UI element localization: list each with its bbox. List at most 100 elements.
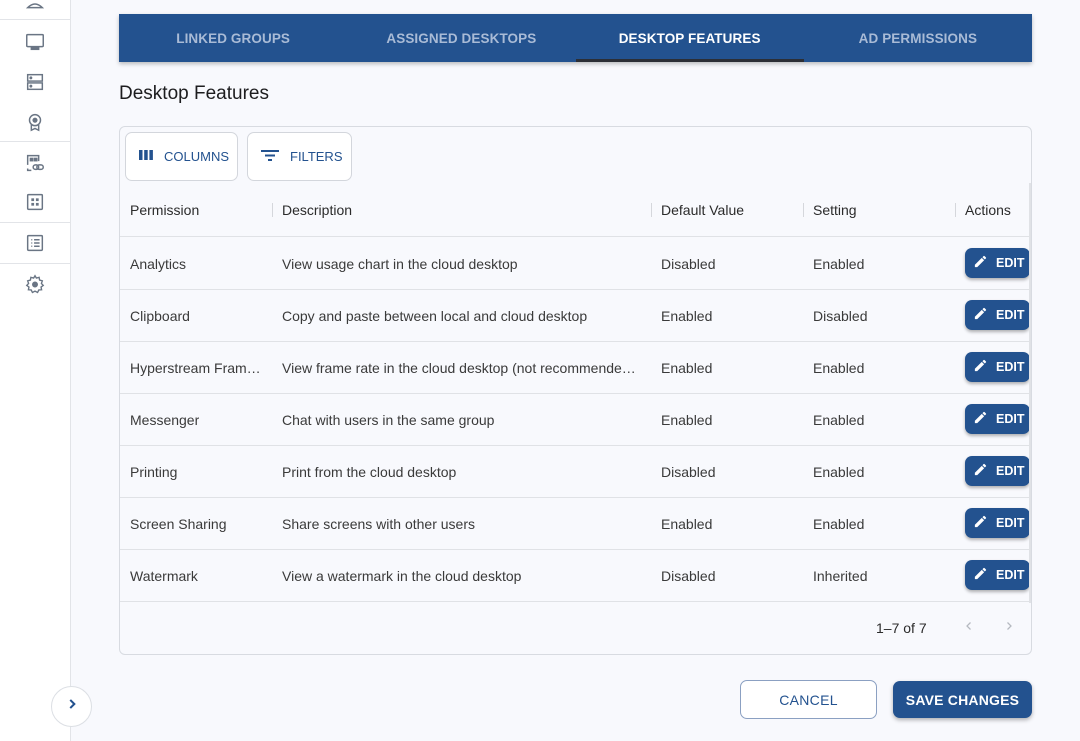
column-separator[interactable] [955, 203, 956, 217]
gear-icon[interactable] [23, 272, 47, 296]
table-row[interactable]: Screen Sharing Share screens with other u… [120, 498, 1031, 550]
cell-setting: Disabled [813, 290, 953, 341]
edit-button[interactable]: EDIT [965, 508, 1030, 538]
tab-bar: LINKED GROUPS ASSIGNED DESKTOPS DESKTOP … [119, 14, 1032, 62]
edit-button[interactable]: EDIT [965, 300, 1030, 330]
columns-button[interactable]: COLUMNS [125, 132, 238, 181]
scroll-edge [1029, 183, 1031, 603]
filters-button[interactable]: FILTERS [247, 132, 352, 181]
pagination-text: 1–7 of 7 [876, 620, 927, 636]
pencil-icon [973, 306, 988, 324]
cell-setting: Enabled [813, 342, 953, 393]
edit-label: EDIT [996, 568, 1025, 582]
tab-assigned-desktops[interactable]: ASSIGNED DESKTOPS [347, 14, 575, 62]
features-table: COLUMNS FILTERS Permission Description D… [119, 126, 1032, 655]
sidebar-divider [0, 263, 70, 264]
tab-ad-permissions[interactable]: AD PERMISSIONS [804, 14, 1032, 62]
tab-linked-groups[interactable]: LINKED GROUPS [119, 14, 347, 62]
table-row[interactable]: Analytics View usage chart in the cloud d… [120, 238, 1031, 290]
pencil-icon [973, 566, 988, 584]
pencil-icon [973, 410, 988, 428]
edit-button[interactable]: EDIT [965, 352, 1030, 382]
edit-label: EDIT [996, 256, 1025, 270]
cell-permission: Messenger [130, 394, 270, 445]
header-description[interactable]: Description [282, 183, 352, 237]
cell-description: Copy and paste between local and cloud d… [282, 290, 644, 341]
cell-default-value: Enabled [661, 342, 801, 393]
linked-apps-icon[interactable] [23, 151, 47, 175]
cell-description: Share screens with other users [282, 498, 644, 549]
table-row[interactable]: Printing Print from the cloud desktop Disa… [120, 446, 1031, 498]
cell-permission: Clipboard [130, 290, 270, 341]
description-text: View a watermark in the cloud desktop [282, 567, 522, 584]
apps-grid-icon[interactable] [23, 190, 47, 214]
description-text: Chat with users in the same group [282, 411, 495, 428]
cell-setting: Enabled [813, 446, 953, 497]
description-text: Share screens with other users [282, 515, 475, 532]
table-row[interactable]: Clipboard Copy and paste between local an… [120, 290, 1031, 342]
cell-description: View frame rate in the cloud desktop (no… [282, 342, 644, 393]
edit-button[interactable]: EDIT [965, 456, 1030, 486]
table-footer: 1–7 of 7 [120, 602, 1031, 654]
edit-label: EDIT [996, 412, 1025, 426]
cell-default-value: Disabled [661, 238, 801, 289]
columns-icon [138, 148, 154, 165]
setting-text: Enabled [813, 359, 865, 376]
table-row[interactable]: Hyperstream Fram… View frame rate in the … [120, 342, 1031, 394]
chevron-right-icon [65, 697, 79, 716]
columns-label: COLUMNS [164, 149, 230, 164]
pencil-icon [973, 358, 988, 376]
previous-page-button[interactable] [957, 616, 981, 640]
default-value-text: Disabled [661, 463, 716, 480]
table-row[interactable]: Watermark View a watermark in the cloud d… [120, 550, 1031, 602]
badge-icon[interactable] [23, 110, 47, 134]
edit-label: EDIT [996, 308, 1025, 322]
cell-default-value: Enabled [661, 290, 801, 341]
page-title: Desktop Features [119, 83, 269, 104]
default-value-text: Enabled [661, 515, 713, 532]
cell-permission: Hyperstream Fram… [130, 342, 270, 393]
next-page-button[interactable] [997, 616, 1021, 640]
cell-description: View a watermark in the cloud desktop [282, 550, 644, 601]
column-separator[interactable] [651, 203, 652, 217]
sidebar [0, 0, 71, 741]
cancel-button[interactable]: CANCEL [740, 680, 877, 719]
pencil-icon [973, 254, 988, 272]
save-changes-button[interactable]: SAVE CHANGES [893, 681, 1032, 718]
cell-setting: Inherited [813, 550, 953, 601]
cell-permission: Printing [130, 446, 270, 497]
description-text: Print from the cloud desktop [282, 463, 457, 480]
cell-permission: Watermark [130, 550, 270, 601]
default-value-text: Enabled [661, 359, 713, 376]
sidebar-divider [0, 222, 70, 223]
permission-text: Watermark [130, 567, 198, 584]
server-icon[interactable] [23, 70, 47, 94]
list-icon[interactable] [23, 231, 47, 255]
default-value-text: Disabled [661, 567, 716, 584]
chevron-left-icon [963, 619, 975, 637]
setting-text: Enabled [813, 515, 865, 532]
column-separator[interactable] [803, 203, 804, 217]
cell-permission: Analytics [130, 238, 270, 289]
setting-text: Disabled [813, 307, 868, 324]
sidebar-divider [0, 19, 70, 20]
table-row[interactable]: Messenger Chat with users in the same gro… [120, 394, 1031, 446]
permission-text: Analytics [130, 255, 187, 272]
cell-permission: Screen Sharing [130, 498, 270, 549]
desktop-icon[interactable] [23, 30, 47, 54]
expand-sidebar-button[interactable] [51, 686, 92, 727]
header-permission[interactable]: Permission [130, 183, 199, 237]
edit-button[interactable]: EDIT [965, 560, 1030, 590]
column-separator[interactable] [272, 203, 273, 217]
tab-desktop-features[interactable]: DESKTOP FEATURES [575, 14, 805, 62]
partial-top-icon[interactable] [23, 0, 47, 16]
description-text: View usage chart in the cloud desktop [282, 255, 518, 272]
edit-button[interactable]: EDIT [965, 248, 1030, 278]
header-default-value[interactable]: Default Value [661, 183, 744, 237]
header-setting[interactable]: Setting [813, 183, 857, 237]
edit-label: EDIT [996, 464, 1025, 478]
setting-text: Enabled [813, 463, 865, 480]
cell-default-value: Enabled [661, 394, 801, 445]
edit-button[interactable]: EDIT [965, 404, 1030, 434]
cell-default-value: Disabled [661, 446, 801, 497]
